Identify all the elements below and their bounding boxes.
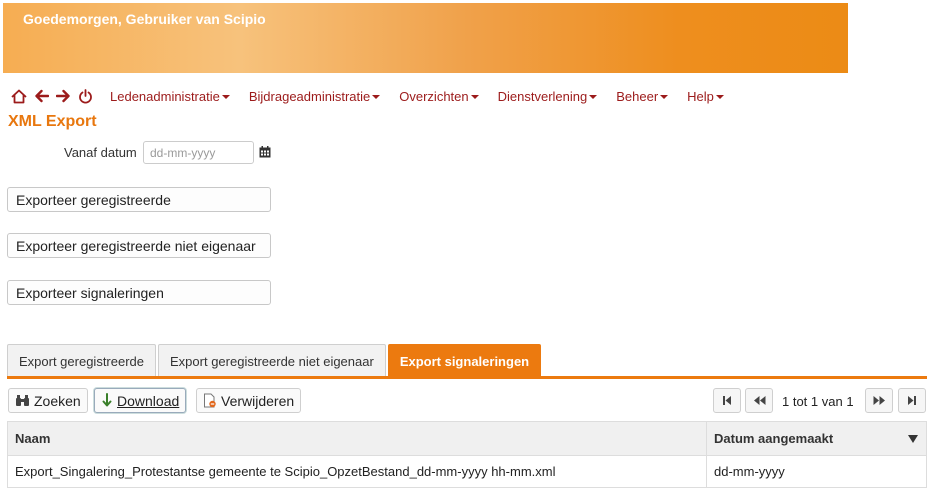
menu-item-dienstverlening[interactable]: Dienstverlening [498, 89, 598, 104]
delete-document-icon [204, 393, 216, 408]
arrow-left-icon[interactable] [30, 87, 52, 105]
first-page-icon[interactable] [713, 388, 741, 413]
arrow-right-icon[interactable] [52, 87, 74, 105]
date-label: Vanaf datum [64, 145, 137, 160]
download-arrow-icon [102, 393, 112, 407]
download-button[interactable]: Download [94, 388, 187, 413]
previous-page-icon[interactable] [745, 388, 773, 413]
export-tabs: Export geregistreerde Export geregistree… [7, 344, 543, 377]
page-title: XML Export [8, 113, 97, 130]
menu-item-ledenadministratie[interactable]: Ledenadministratie [110, 89, 230, 104]
home-icon[interactable] [8, 87, 30, 105]
chevron-down-icon [660, 94, 669, 99]
tab-export-registered-not-owner[interactable]: Export geregistreerde niet eigenaar [158, 344, 386, 377]
tab-underline [7, 376, 927, 379]
export-registered-button[interactable]: Exporteer geregistreerde [7, 187, 271, 212]
cell-name: Export_Singalering_Protestantse gemeente… [8, 456, 707, 487]
menu-item-help[interactable]: Help [687, 89, 724, 104]
date-input[interactable] [143, 141, 254, 164]
chevron-down-icon [589, 94, 598, 99]
chevron-down-icon [470, 94, 479, 99]
power-icon[interactable] [74, 87, 96, 105]
table-header: Naam Datum aangemaakt [8, 422, 926, 456]
binoculars-icon [16, 395, 29, 406]
search-button[interactable]: Zoeken [8, 388, 88, 413]
export-signals-button[interactable]: Exporteer signaleringen [7, 280, 271, 305]
greeting-text: Goedemorgen, Gebruiker van Scipio [23, 11, 266, 27]
menu-item-beheer[interactable]: Beheer [616, 89, 669, 104]
tab-export-signals[interactable]: Export signaleringen [387, 344, 542, 377]
calendar-icon[interactable] [259, 146, 271, 161]
chevron-down-icon [221, 94, 230, 99]
chevron-down-icon [372, 94, 381, 99]
delete-button[interactable]: Verwijderen [196, 388, 302, 413]
export-files-table: Naam Datum aangemaakt Export_Singalering… [7, 421, 927, 488]
header-banner: Goedemorgen, Gebruiker van Scipio [3, 3, 848, 73]
column-header-date[interactable]: Datum aangemaakt [707, 422, 926, 455]
pager-info: 1 tot 1 van 1 [782, 394, 854, 409]
last-page-icon[interactable] [898, 388, 926, 413]
table-row[interactable]: Export_Singalering_Protestantse gemeente… [8, 456, 926, 487]
main-menu: Ledenadministratie Bijdrageadministratie… [110, 89, 743, 104]
main-navbar: Ledenadministratie Bijdrageadministratie… [8, 86, 743, 106]
export-registered-not-owner-button[interactable]: Exporteer geregistreerde niet eigenaar [7, 233, 271, 258]
column-header-name[interactable]: Naam [8, 422, 707, 455]
chevron-down-icon [715, 94, 724, 99]
cell-date: dd-mm-yyyy [714, 464, 785, 479]
menu-item-bijdrageadministratie[interactable]: Bijdrageadministratie [249, 89, 381, 104]
menu-item-overzichten[interactable]: Overzichten [399, 89, 479, 104]
next-page-icon[interactable] [865, 388, 893, 413]
tab-export-registered[interactable]: Export geregistreerde [7, 344, 157, 377]
sort-descending-icon [908, 434, 918, 443]
